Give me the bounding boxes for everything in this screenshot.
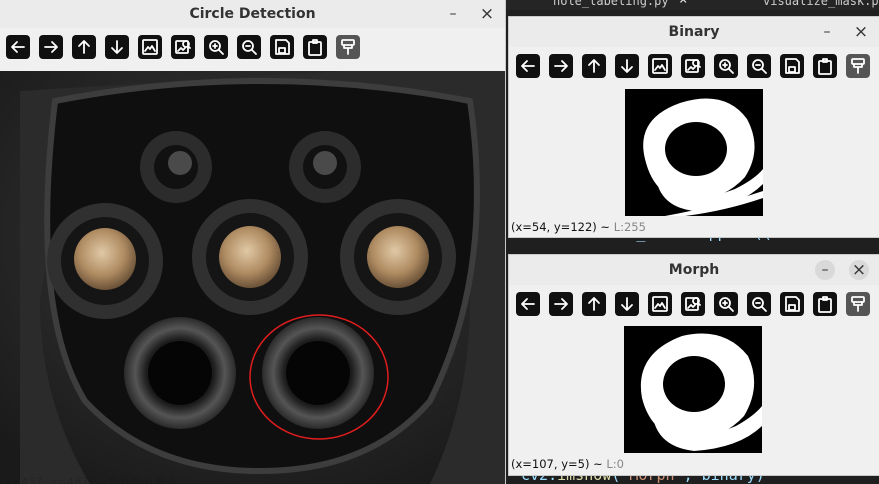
power-pin-center (192, 199, 308, 315)
circle-detection-image: (x=437, y=467) ~ R:0 G:0 B:0 (0, 71, 505, 484)
zoom-out-icon[interactable] (747, 54, 771, 78)
save-icon[interactable] (780, 54, 804, 78)
morph-mask-drawing (624, 326, 762, 453)
arrow-up-icon[interactable] (72, 35, 96, 59)
minimize-button[interactable]: – (817, 22, 837, 42)
status-bar-partial: (x=437, y=467) ~ R:0 G:0 B:0 (0, 475, 176, 484)
charging-socket-photo (0, 71, 505, 484)
zoom-in-icon[interactable] (204, 35, 228, 59)
fit-image-icon[interactable] (138, 35, 162, 59)
settings-icon[interactable] (336, 35, 360, 59)
power-pin-left (47, 203, 163, 319)
arrow-down-icon[interactable] (615, 54, 639, 78)
status-coords: (x=54, y=122) ~ (511, 220, 611, 234)
status-bar: (x=107, y=5) ~ L:0 (511, 457, 624, 471)
titlebar[interactable]: Binary – × (509, 17, 879, 47)
zoom-in-icon[interactable] (714, 54, 738, 78)
arrow-right-icon[interactable] (549, 54, 573, 78)
editor-tab-hole-labeling[interactable]: hole_labeling.py (553, 0, 669, 10)
circle-detection-window: Circle Detection – × (x=437, y=467) ~ R:… (0, 0, 505, 484)
status-value: L:0 (606, 457, 624, 471)
close-button[interactable]: × (851, 22, 871, 42)
image-toolbar (509, 285, 879, 325)
titlebar[interactable]: Morph – × (509, 255, 879, 285)
small-pin-right (289, 131, 361, 203)
close-button[interactable]: × (477, 4, 497, 24)
settings-icon[interactable] (846, 54, 870, 78)
arrow-left-icon[interactable] (516, 54, 540, 78)
morph-mask-image (624, 326, 762, 453)
image-toolbar (0, 28, 505, 68)
zoom-out-icon[interactable] (237, 35, 261, 59)
arrow-down-icon[interactable] (615, 292, 639, 316)
copy-icon[interactable] (303, 35, 327, 59)
binary-mask-image (625, 89, 763, 216)
zoom-in-icon[interactable] (714, 292, 738, 316)
save-icon[interactable] (270, 35, 294, 59)
zoom-image-icon[interactable] (171, 35, 195, 59)
status-coords: (x=107, y=5) ~ (511, 457, 603, 471)
status-value: L:255 (613, 220, 646, 234)
minimize-button[interactable]: – (815, 260, 835, 280)
arrow-left-icon[interactable] (516, 292, 540, 316)
save-icon[interactable] (780, 292, 804, 316)
arrow-right-icon[interactable] (39, 35, 63, 59)
arrow-up-icon[interactable] (582, 292, 606, 316)
arrow-left-icon[interactable] (6, 35, 30, 59)
arrow-down-icon[interactable] (105, 35, 129, 59)
copy-icon[interactable] (813, 54, 837, 78)
editor-tab-bar: hole_labeling.py × visualize_mask.py (505, 0, 879, 10)
zoom-out-icon[interactable] (747, 292, 771, 316)
copy-icon[interactable] (813, 292, 837, 316)
morph-window: Morph – × (x=107, y=5) ~ L:0 (509, 255, 879, 475)
arrow-up-icon[interactable] (582, 54, 606, 78)
window-title: Circle Detection (189, 6, 316, 22)
image-toolbar (509, 47, 879, 87)
status-bar: (x=54, y=122) ~ L:255 (511, 220, 646, 234)
zoom-image-icon[interactable] (681, 292, 705, 316)
zoom-image-icon[interactable] (681, 54, 705, 78)
binary-window: Binary – × (x=54, y=122) ~ L:255 (509, 17, 879, 237)
arrow-right-icon[interactable] (549, 292, 573, 316)
minimize-button[interactable]: – (443, 4, 463, 24)
power-pin-right (340, 199, 456, 315)
small-pin-left (140, 131, 212, 203)
ground-hole-right (262, 317, 374, 429)
editor-tab-visualize-mask[interactable]: visualize_mask.py (763, 0, 879, 10)
fit-image-icon[interactable] (648, 292, 672, 316)
settings-icon[interactable] (846, 292, 870, 316)
titlebar[interactable]: Circle Detection – × (0, 0, 505, 28)
ground-hole-left (124, 317, 236, 429)
binary-mask-drawing (625, 89, 763, 216)
editor-tab-close-icon[interactable]: × (679, 0, 687, 8)
close-button[interactable]: × (849, 260, 869, 280)
fit-image-icon[interactable] (648, 54, 672, 78)
